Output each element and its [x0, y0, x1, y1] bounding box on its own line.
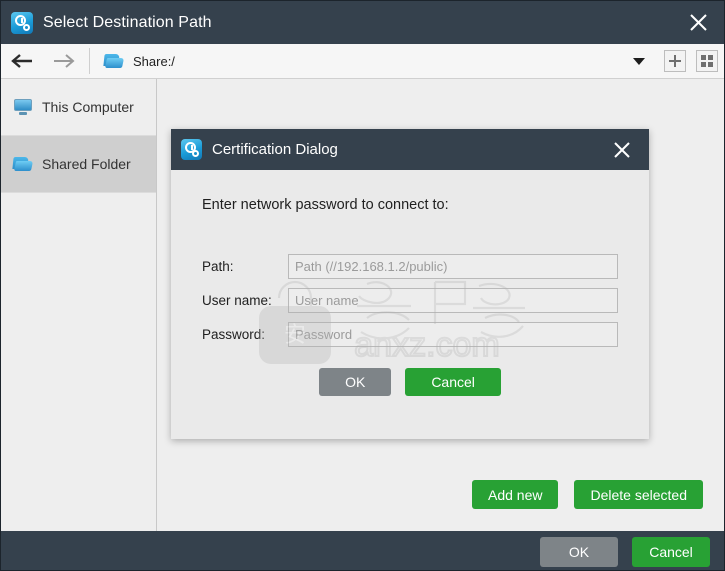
- password-field-row: Password:: [202, 321, 618, 347]
- window-footer: OK Cancel: [1, 531, 725, 571]
- sidebar-item-label: Shared Folder: [42, 156, 131, 172]
- dialog-prompt: Enter network password to connect to:: [202, 197, 449, 213]
- back-button[interactable]: [1, 44, 43, 78]
- path-label: Path:: [202, 259, 288, 274]
- path-input[interactable]: [288, 254, 618, 279]
- chevron-down-icon: [633, 58, 645, 65]
- add-path-button[interactable]: [664, 50, 686, 72]
- password-input[interactable]: [288, 322, 618, 347]
- sidebar-item-this-computer[interactable]: This Computer: [1, 79, 156, 136]
- dialog-ok-button[interactable]: OK: [319, 368, 391, 396]
- username-label: User name:: [202, 293, 288, 308]
- sidebar-item-label: This Computer: [42, 99, 134, 115]
- password-label: Password:: [202, 327, 288, 342]
- path-dropdown-button[interactable]: [624, 44, 654, 78]
- shared-folder-icon: [104, 53, 124, 69]
- dialog-cancel-button[interactable]: Cancel: [405, 368, 501, 396]
- dialog-body: Enter network password to connect to:: [171, 170, 649, 439]
- toolbar-divider: [89, 48, 90, 74]
- arrow-right-icon: [52, 53, 76, 69]
- certification-dialog: Certification Dialog Enter network passw…: [171, 129, 649, 439]
- delete-selected-button[interactable]: Delete selected: [574, 480, 703, 509]
- arrow-left-icon: [10, 53, 34, 69]
- path-text: Share:/: [133, 54, 175, 69]
- toolbar-right-group: [624, 44, 725, 78]
- forward-button[interactable]: [43, 44, 85, 78]
- watermark-overlay: 安 anxz.com: [249, 266, 549, 366]
- app-search-icon: [181, 139, 202, 160]
- add-new-button[interactable]: Add new: [472, 480, 558, 509]
- panel-action-bar: Add new Delete selected: [472, 480, 703, 509]
- footer-cancel-button[interactable]: Cancel: [632, 537, 710, 567]
- window-title: Select Destination Path: [43, 14, 212, 32]
- sidebar-item-shared-folder[interactable]: Shared Folder: [1, 136, 156, 193]
- username-field-row: User name:: [202, 287, 618, 313]
- window-close-icon[interactable]: [678, 1, 718, 44]
- dialog-action-bar: OK Cancel: [171, 368, 649, 396]
- monitor-icon: [13, 99, 33, 115]
- location-sidebar: This Computer Shared Folder: [1, 79, 157, 531]
- view-mode-button[interactable]: [696, 50, 718, 72]
- path-field-row: Path:: [202, 253, 618, 279]
- shared-folder-icon: [13, 156, 33, 172]
- dialog-title: Certification Dialog: [212, 141, 338, 158]
- dialog-titlebar: Certification Dialog: [171, 129, 649, 170]
- navigation-toolbar: Share:/: [1, 44, 725, 79]
- footer-ok-button[interactable]: OK: [540, 537, 618, 567]
- plus-icon: [669, 55, 681, 67]
- app-search-icon: [11, 12, 33, 34]
- username-input[interactable]: [288, 288, 618, 313]
- window-titlebar: Select Destination Path: [1, 1, 725, 44]
- path-breadcrumb[interactable]: Share:/: [94, 44, 624, 78]
- dialog-close-icon[interactable]: [605, 129, 639, 170]
- select-destination-path-window: Select Destination Path S: [0, 0, 725, 571]
- grid-view-icon: [701, 55, 713, 67]
